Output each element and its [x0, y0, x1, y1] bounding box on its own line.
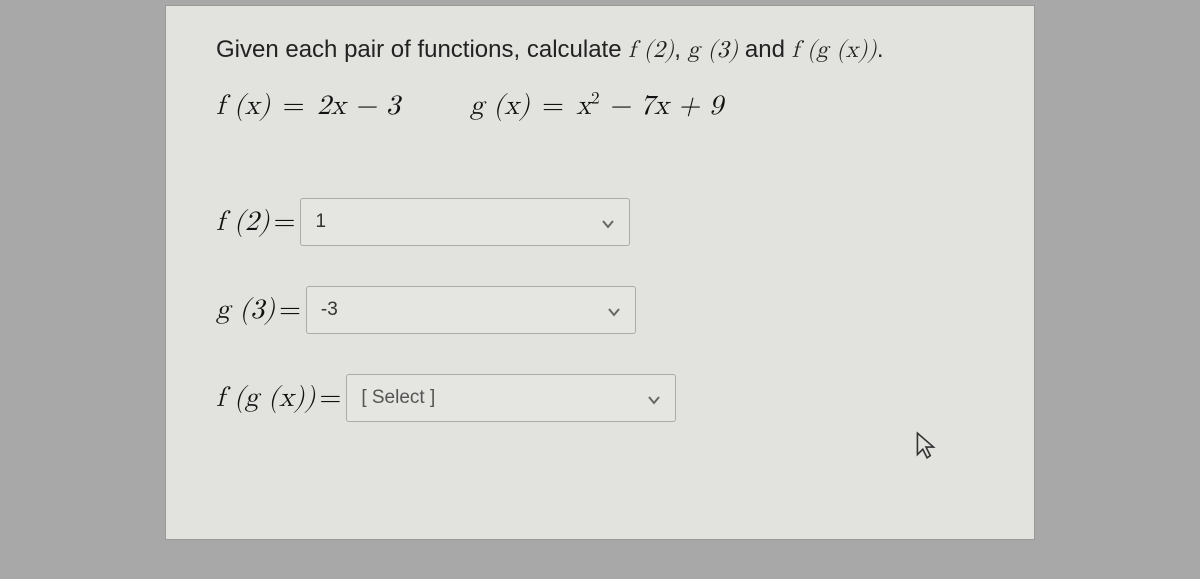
f-eq: = [273, 92, 313, 120]
label-fgx: f (g (x))= [216, 381, 343, 415]
answer-row-f2: f (2)= 1 [216, 198, 984, 246]
instruction-suffix: . [877, 36, 884, 63]
label-g3: g (3)= [216, 293, 303, 327]
select-f2[interactable]: 1 [300, 198, 630, 246]
chevron-down-icon [601, 215, 615, 229]
label-f2-eq: = [274, 208, 296, 236]
g-lhs: g (x) [470, 92, 530, 120]
g-rhs-b: − 7x + 9 [600, 92, 724, 120]
instruction-text: Given each pair of functions, calculate … [216, 36, 984, 65]
g-rhs-a: x [576, 92, 591, 120]
instruction-f2: f (2) [628, 38, 674, 62]
question-container: Given each pair of functions, calculate … [165, 5, 1035, 540]
cursor-icon [913, 431, 939, 461]
select-f2-value: 1 [315, 211, 326, 233]
select-fgx[interactable]: [ Select ] [346, 374, 676, 422]
g-rhs-sup: 2 [591, 91, 600, 108]
f-rhs: 2x − 3 [317, 92, 400, 120]
g-definition: g (x) = x2 − 7x + 9 [470, 89, 723, 123]
label-g3-text: g (3) [216, 296, 275, 324]
f-definition: f (x) = 2x − 3 [216, 89, 400, 123]
answer-row-fgx: f (g (x))= [ Select ] [216, 374, 984, 422]
function-definitions: f (x) = 2x − 3 g (x) = x2 − 7x + 9 [216, 89, 984, 123]
label-fgx-eq: = [320, 384, 342, 412]
label-f2-text: f (2) [216, 208, 270, 236]
instruction-comma1: , [674, 36, 687, 63]
label-g3-eq: = [279, 296, 301, 324]
label-f2: f (2)= [216, 205, 297, 239]
instruction-g3: g (3) [688, 38, 739, 62]
instruction-and: and [738, 36, 791, 63]
select-g3-value: -3 [321, 299, 338, 321]
label-fgx-text: f (g (x)) [216, 384, 316, 412]
answer-row-g3: g (3)= -3 [216, 286, 984, 334]
instruction-prefix: Given each pair of functions, calculate [216, 36, 628, 63]
select-fgx-value: [ Select ] [361, 387, 435, 409]
chevron-down-icon [607, 303, 621, 317]
instruction-fgx: f (g (x)) [792, 38, 877, 62]
g-eq: = [533, 92, 573, 120]
select-g3[interactable]: -3 [306, 286, 636, 334]
f-lhs: f (x) [216, 92, 270, 120]
chevron-down-icon [647, 391, 661, 405]
